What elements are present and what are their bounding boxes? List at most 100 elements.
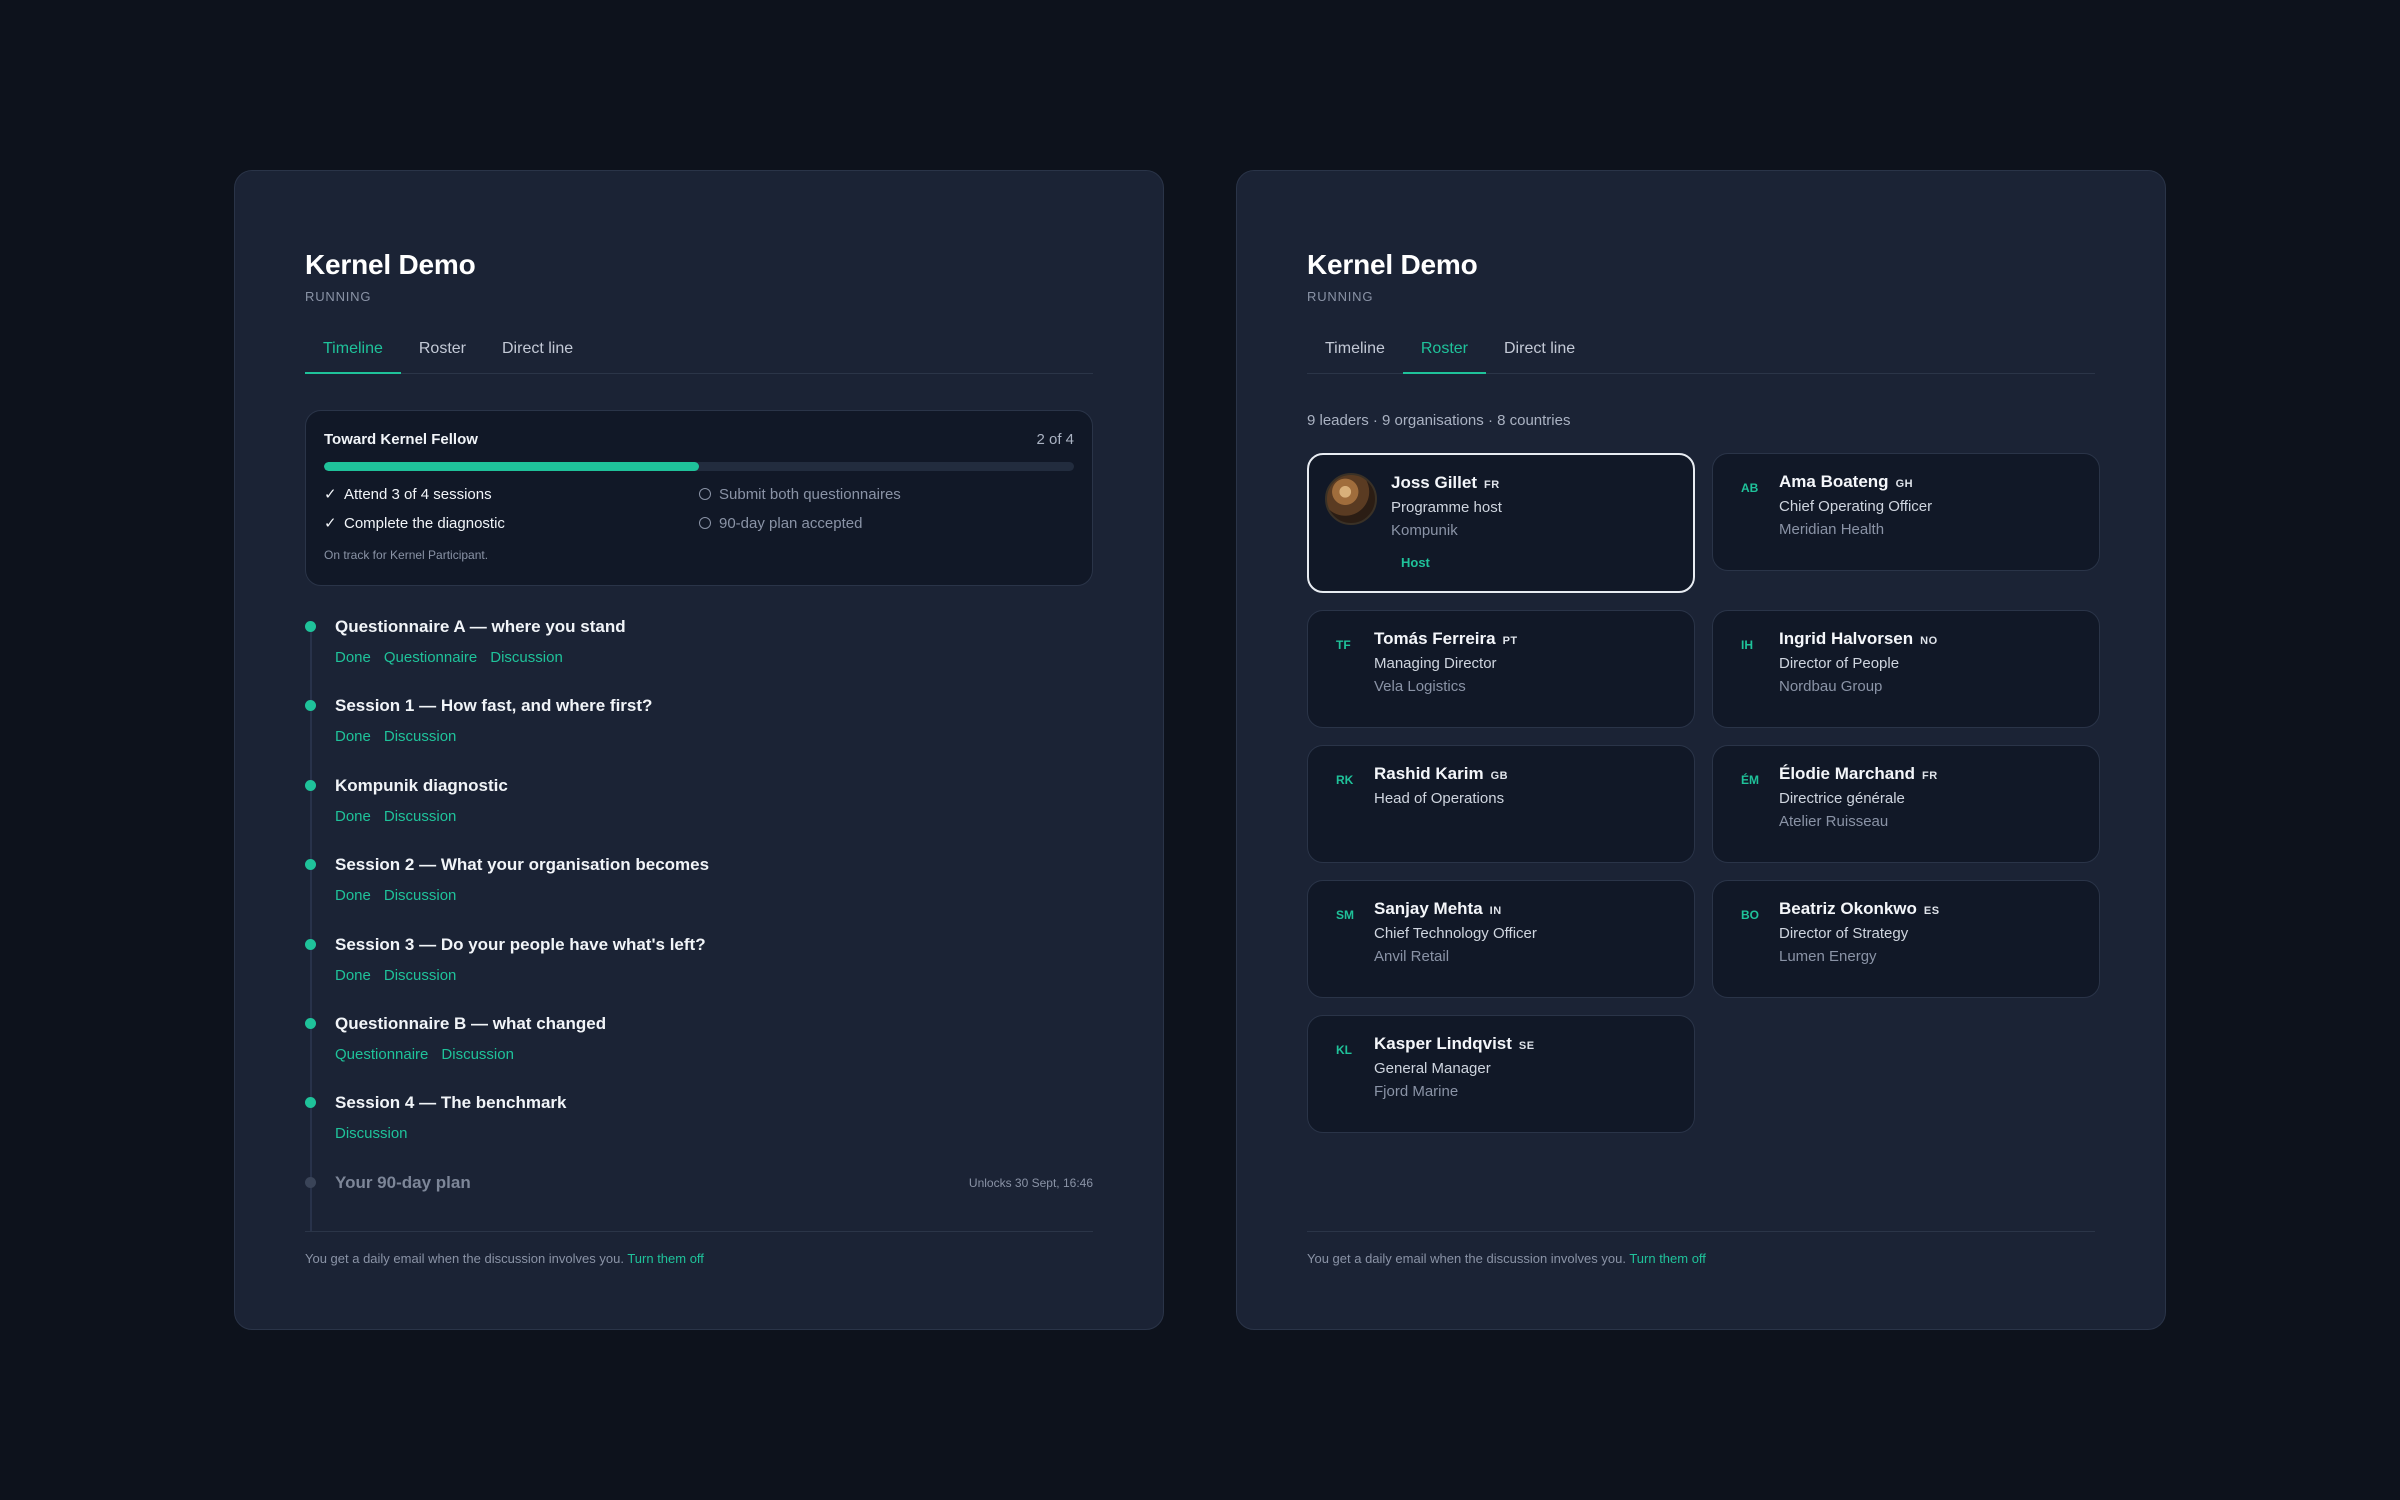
tab-timeline[interactable]: Timeline bbox=[1307, 334, 1403, 374]
timeline-item: Questionnaire B — what changed Questionna… bbox=[305, 1013, 1093, 1092]
avatar-initials: TF bbox=[1336, 638, 1351, 652]
timeline-dot bbox=[305, 1176, 316, 1188]
timeline-rail bbox=[310, 626, 312, 1232]
leader-card[interactable]: BO Beatriz Okonkwo ES Director of Strategy L… bbox=[1712, 880, 2100, 998]
timeline-item-title: Session 1 — How fast, and where first? bbox=[335, 696, 653, 716]
tab-roster[interactable]: Roster bbox=[401, 334, 484, 374]
timeline-dot bbox=[305, 779, 316, 791]
roster-panel: Kernel Demo RUNNING Timeline Roster Dire… bbox=[1236, 170, 2166, 1330]
leader-role: Managing Director bbox=[1374, 655, 1497, 672]
progress-note: On track for Kernel Participant. bbox=[324, 548, 489, 562]
timeline-item-title: Session 4 — The benchmark bbox=[335, 1093, 567, 1113]
timeline-item-title: Kompunik diagnostic bbox=[335, 775, 508, 795]
leader-name: Joss Gillet bbox=[1391, 473, 1477, 492]
leader-name: Beatriz Okonkwo bbox=[1779, 899, 1917, 918]
timeline-dot bbox=[305, 1097, 316, 1109]
leader-card[interactable]: SM Sanjay Mehta IN Chief Technology Officer… bbox=[1307, 880, 1695, 998]
tab-roster[interactable]: Roster bbox=[1402, 334, 1486, 374]
leader-card[interactable]: ÉM Élodie Marchand FR Directrice générale At… bbox=[1712, 745, 2100, 863]
timeline-item-title: Session 3 — Do your people have what's l… bbox=[335, 934, 706, 954]
status-label: RUNNING bbox=[1307, 289, 1374, 304]
requirement-item: ✓ Attend 3 of 4 sessions bbox=[324, 485, 699, 504]
check-icon: ✓ bbox=[324, 515, 337, 532]
timeline-link-done[interactable]: Done bbox=[335, 649, 371, 666]
country-code: GH bbox=[1895, 478, 1914, 490]
progress-bar-fill bbox=[324, 462, 699, 471]
timeline-item: Session 3 — Do your people have what's l… bbox=[305, 934, 1093, 1013]
timeline-item: Questionnaire A — where you stand Done Que… bbox=[305, 616, 1093, 695]
timeline-item-title: Questionnaire A — where you stand bbox=[335, 617, 626, 636]
timeline-dot bbox=[305, 700, 316, 712]
country-code: SE bbox=[1518, 1040, 1535, 1052]
avatar-initials: ÉM bbox=[1741, 773, 1759, 787]
leader-card[interactable]: IH Ingrid Halvorsen NO Director of People No… bbox=[1712, 610, 2100, 728]
leader-role: General Manager bbox=[1374, 1060, 1491, 1077]
avatar-initials: RK bbox=[1336, 773, 1354, 787]
timeline-link-done[interactable]: Done bbox=[335, 808, 371, 825]
leader-card[interactable]: RK Rashid Karim GB Head of Operations bbox=[1307, 745, 1695, 863]
leader-org: Atelier Ruisseau bbox=[1779, 813, 1889, 830]
progress-title: Toward Kernel Fellow bbox=[324, 431, 478, 448]
check-icon: ✓ bbox=[324, 486, 337, 503]
timeline-link-discussion[interactable]: Discussion bbox=[384, 728, 457, 745]
roster-summary: 9 leaders · 9 organisations · 8 countrie… bbox=[1307, 412, 1571, 429]
leader-role: Chief Operating Officer bbox=[1779, 498, 1933, 515]
requirement-item: 90-day plan accepted bbox=[699, 514, 1074, 532]
timeline-link-discussion[interactable]: Discussion bbox=[441, 1046, 514, 1063]
email-notice-text: You get a daily email when the discussio… bbox=[1307, 1251, 1626, 1266]
timeline-link-done[interactable]: Done bbox=[335, 967, 371, 984]
avatar-initials: SM bbox=[1336, 908, 1354, 922]
timeline-dot bbox=[305, 938, 316, 950]
timeline-item: Session 1 — How fast, and where first? Do… bbox=[305, 695, 1093, 774]
leader-card[interactable]: KL Kasper Lindqvist SE General Manager Fjord… bbox=[1307, 1015, 1695, 1133]
avatar-initials: AB bbox=[1741, 481, 1759, 495]
leader-org: Nordbau Group bbox=[1779, 678, 1883, 695]
turn-off-emails-link[interactable]: Turn them off bbox=[1629, 1251, 1706, 1266]
country-code: FR bbox=[1483, 479, 1500, 491]
status-label: RUNNING bbox=[305, 289, 372, 304]
timeline-item: Session 4 — The benchmark Discussion bbox=[305, 1092, 1093, 1171]
leader-card-host[interactable]: Joss Gillet FR Programme host Kompunik H… bbox=[1307, 453, 1695, 593]
country-code: IN bbox=[1489, 905, 1502, 917]
turn-off-emails-link[interactable]: Turn them off bbox=[627, 1251, 704, 1266]
page-title: Kernel Demo bbox=[1307, 249, 1478, 280]
requirement-label: Attend 3 of 4 sessions bbox=[344, 485, 492, 503]
timeline-link-discussion[interactable]: Discussion bbox=[384, 808, 457, 825]
timeline-item: Kompunik diagnostic Done Discussion bbox=[305, 775, 1093, 854]
unlock-time: Unlocks 30 Sept, 16:46 bbox=[968, 1175, 1093, 1190]
country-code: GB bbox=[1490, 770, 1509, 782]
tab-direct-line[interactable]: Direct line bbox=[484, 334, 591, 374]
leader-role: Directrice générale bbox=[1779, 790, 1905, 807]
requirement-item: Submit both questionnaires bbox=[699, 485, 1074, 503]
leader-name: Ama Boateng bbox=[1779, 472, 1889, 491]
leader-name: Élodie Marchand bbox=[1779, 764, 1916, 783]
leader-org: Vela Logistics bbox=[1374, 678, 1466, 695]
leader-card[interactable]: TF Tomás Ferreira PT Managing Director Vela … bbox=[1307, 610, 1695, 728]
leader-role: Head of Operations bbox=[1374, 790, 1505, 807]
timeline-link-questionnaire[interactable]: Questionnaire bbox=[384, 649, 477, 666]
timeline-link-discussion[interactable]: Discussion bbox=[384, 967, 457, 984]
timeline-link-questionnaire[interactable]: Questionnaire bbox=[335, 1046, 428, 1063]
leader-name: Sanjay Mehta bbox=[1374, 899, 1483, 918]
email-notice-text: You get a daily email when the discussio… bbox=[305, 1251, 624, 1266]
leader-name: Kasper Lindqvist bbox=[1374, 1034, 1512, 1053]
timeline-dot bbox=[305, 621, 316, 632]
country-code: FR bbox=[1922, 770, 1938, 782]
timeline-item-title: Session 2 — What your organisation becom… bbox=[335, 855, 710, 875]
tab-timeline[interactable]: Timeline bbox=[305, 334, 401, 374]
fellowship-progress-card: Toward Kernel Fellow 2 of 4 ✓ Attend 3 o… bbox=[305, 410, 1093, 586]
timeline-link-discussion[interactable]: Discussion bbox=[335, 1125, 408, 1142]
country-code: PT bbox=[1502, 635, 1518, 647]
empty-circle-icon bbox=[699, 517, 711, 529]
timeline-link-discussion[interactable]: Discussion bbox=[384, 887, 457, 904]
leader-card[interactable]: AB Ama Boateng GH Chief Operating Officer Me… bbox=[1712, 453, 2100, 571]
leader-role: Director of People bbox=[1779, 655, 1900, 672]
timeline-link-done[interactable]: Done bbox=[335, 887, 371, 904]
leader-role: Chief Technology Officer bbox=[1374, 925, 1537, 942]
leader-org: Kompunik bbox=[1391, 522, 1458, 539]
leader-org: Fjord Marine bbox=[1374, 1083, 1459, 1100]
tab-direct-line[interactable]: Direct line bbox=[1486, 334, 1593, 374]
timeline-link-done[interactable]: Done bbox=[335, 728, 371, 745]
tab-bar: Timeline Roster Direct line bbox=[1307, 334, 2095, 374]
timeline-link-discussion[interactable]: Discussion bbox=[490, 649, 563, 666]
